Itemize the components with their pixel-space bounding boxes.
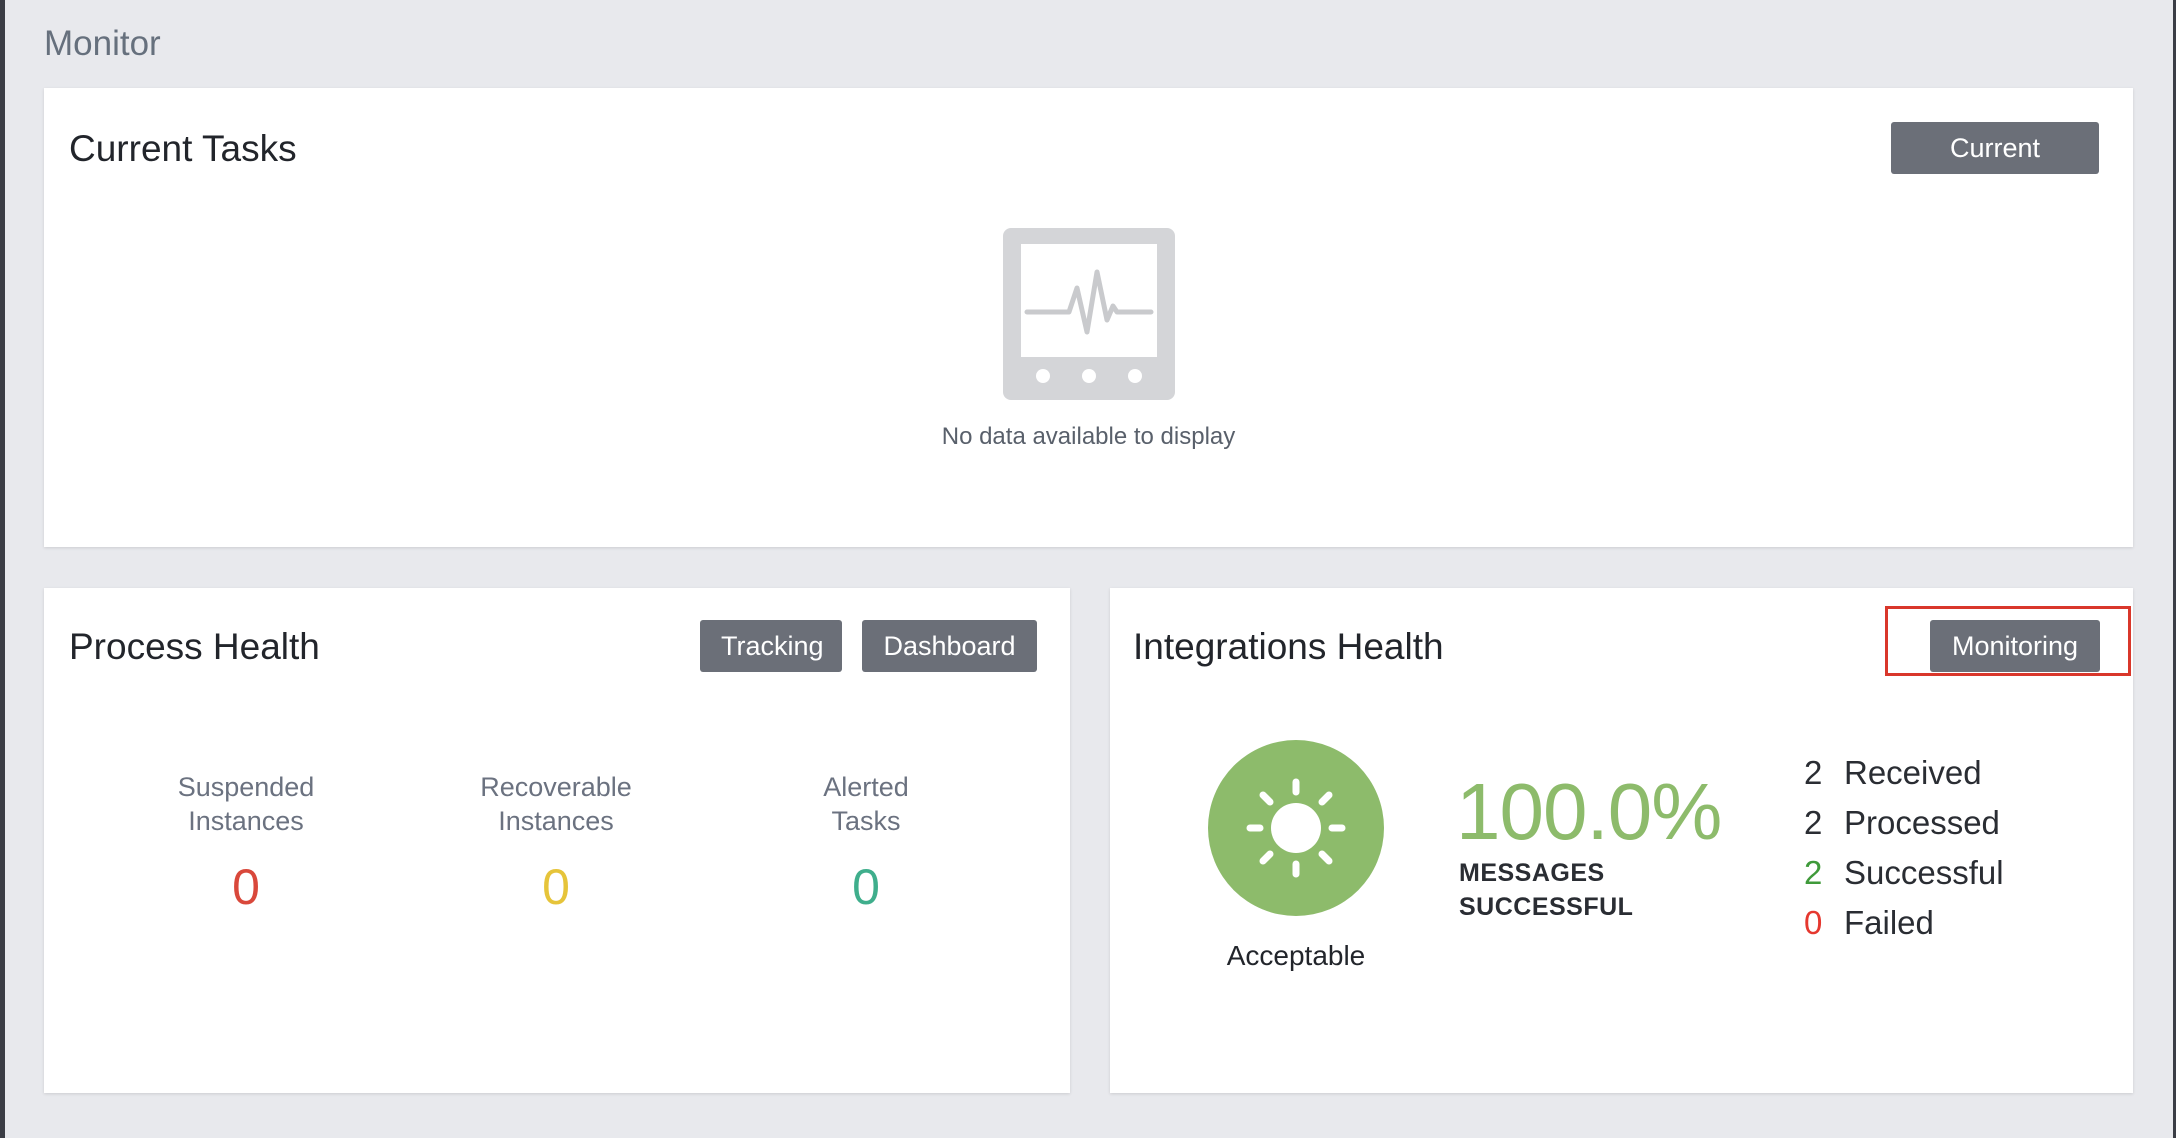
caption-line: MESSAGES bbox=[1459, 859, 1605, 887]
stat-processed[interactable]: 2 Processed bbox=[1804, 798, 2004, 848]
window-left-border bbox=[0, 0, 5, 1138]
health-status-circle bbox=[1208, 740, 1384, 916]
metric-label-line: Alerted bbox=[823, 772, 909, 802]
current-tasks-button[interactable]: Current Tasks bbox=[1891, 122, 2099, 215]
current-tasks-card: Current Tasks Current Tasks No data avai… bbox=[44, 88, 2133, 547]
metric-label-line: Suspended bbox=[177, 772, 315, 802]
monitoring-button[interactable]: Monitoring bbox=[1930, 620, 2100, 672]
success-caption: MESSAGES SUCCESSFUL bbox=[1459, 856, 1633, 924]
stat-value: 2 bbox=[1804, 804, 1823, 841]
stat-label: Failed bbox=[1844, 904, 1934, 941]
caption-line: SUCCESSFUL bbox=[1459, 893, 1634, 921]
alerted-tasks-metric: Alerted Tasks 0 bbox=[746, 770, 986, 916]
empty-message: No data available to display bbox=[941, 423, 1236, 450]
empty-state: No data available to display bbox=[44, 228, 2133, 451]
metric-label: Alerted Tasks bbox=[746, 770, 986, 838]
tracking-button[interactable]: Tracking bbox=[700, 620, 842, 672]
stat-value: 2 bbox=[1804, 754, 1823, 791]
process-health-title: Process Health bbox=[69, 626, 320, 667]
stat-label: Successful bbox=[1844, 854, 2004, 891]
success-percentage: 100.0% bbox=[1456, 767, 1722, 856]
metric-label: Suspended Instances bbox=[126, 770, 366, 838]
metric-label: Recoverable Instances bbox=[436, 770, 676, 838]
metric-label-line: Recoverable bbox=[480, 772, 632, 802]
sun-icon bbox=[1246, 778, 1346, 878]
metric-label-line: Instances bbox=[498, 806, 614, 836]
monitor-pulse-icon bbox=[1002, 228, 1175, 400]
current-tasks-title: Current Tasks bbox=[69, 128, 297, 169]
stat-value: 2 bbox=[1804, 854, 1823, 891]
integrations-health-title: Integrations Health bbox=[1133, 626, 1444, 667]
suspended-instances-metric: Suspended Instances 0 bbox=[126, 770, 366, 916]
stat-received[interactable]: 2 Received bbox=[1804, 748, 2004, 798]
stat-successful[interactable]: 2 Successful bbox=[1804, 848, 2004, 898]
suspended-instances-count[interactable]: 0 bbox=[126, 858, 366, 916]
alerted-tasks-count[interactable]: 0 bbox=[746, 858, 986, 916]
stat-failed[interactable]: 0 Failed bbox=[1804, 898, 2004, 948]
health-status-label: Acceptable bbox=[1226, 940, 1366, 971]
metric-label-line: Instances bbox=[188, 806, 304, 836]
message-stats-list: 2 Received 2 Processed 2 Successful 0 Failed bbox=[1804, 748, 2004, 948]
page-title: Monitor bbox=[44, 24, 161, 63]
integrations-health-card: Integrations Health Monitoring Acceptabl… bbox=[1110, 588, 2133, 1093]
recoverable-instances-metric: Recoverable Instances 0 bbox=[436, 770, 676, 916]
process-health-card: Process Health Tracking Dashboard Suspen… bbox=[44, 588, 1070, 1093]
stat-value: 0 bbox=[1804, 904, 1823, 941]
recoverable-instances-count[interactable]: 0 bbox=[436, 858, 676, 916]
stat-label: Received bbox=[1844, 754, 1982, 791]
stat-label: Processed bbox=[1844, 804, 2000, 841]
metric-label-line: Tasks bbox=[831, 806, 901, 836]
dashboard-button[interactable]: Dashboard bbox=[862, 620, 1037, 672]
